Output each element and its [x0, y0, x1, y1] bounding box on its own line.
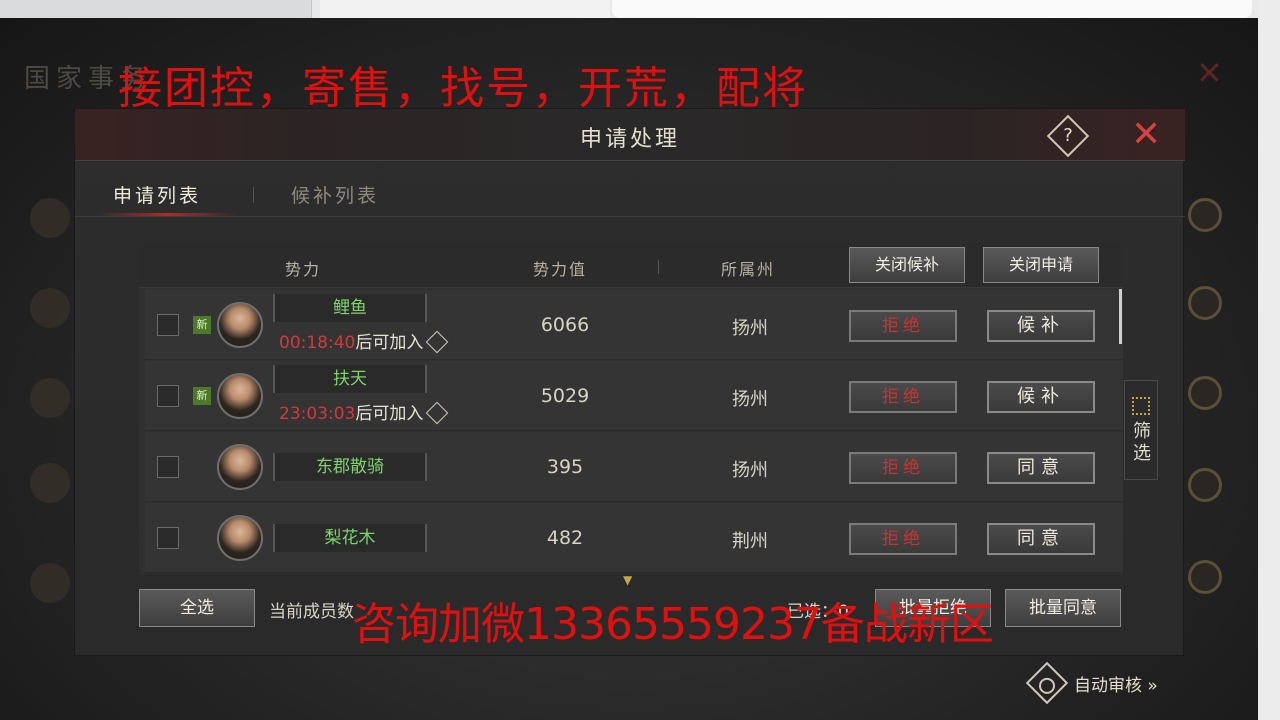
help-icon[interactable] — [426, 401, 449, 425]
table-row: 新 扶天 23:03:03后可加入 5029 扬州 拒绝 候补 — [145, 361, 1123, 431]
grid-icon — [1132, 397, 1150, 415]
faction-name: 扶天 — [273, 365, 427, 393]
avatar — [217, 373, 263, 419]
state-value: 扬州 — [732, 389, 768, 410]
promo-overlay-top: 接团控，寄售，找号，开荒，配将 — [118, 63, 808, 114]
table-row: 梨花木 482 荆州 拒绝 同意 — [145, 503, 1123, 573]
dialog-title: 申请处理 — [579, 127, 680, 152]
avatar — [217, 444, 263, 490]
header-divider — [658, 260, 659, 274]
background-close-icon: ✕ — [1196, 54, 1223, 92]
reject-button[interactable]: 拒绝 — [849, 452, 957, 484]
active-tab-indicator — [97, 213, 237, 216]
close-button[interactable]: ✕ — [1131, 115, 1161, 155]
row-checkbox[interactable] — [157, 385, 179, 407]
side-ring-icon — [1188, 286, 1222, 320]
browser-tab[interactable] — [612, 0, 1252, 18]
member-count-label: 当前成员数 — [269, 602, 354, 622]
side-ring-icon — [1188, 198, 1222, 232]
state-value: 扬州 — [732, 318, 768, 339]
timer-value: 00:18:40 — [279, 333, 356, 353]
auto-review-button[interactable]: 自动审核 » — [1025, 661, 1158, 705]
background-avatar — [30, 198, 70, 238]
timer-suffix: 后可加入 — [355, 333, 424, 353]
background-avatar — [30, 378, 70, 418]
row-checkbox[interactable] — [157, 456, 179, 478]
scrollbar[interactable] — [1119, 289, 1122, 344]
auto-review-label: 自动审核 » — [1074, 675, 1158, 696]
side-ring-icon — [1188, 376, 1222, 410]
avatar — [217, 302, 263, 348]
power-value: 395 — [546, 456, 584, 478]
column-header-faction: 势力 — [285, 260, 322, 279]
reject-button[interactable]: 拒绝 — [849, 523, 957, 555]
window-edge — [1258, 0, 1280, 720]
join-timer: 23:03:03后可加入 — [279, 399, 449, 425]
new-badge: 新 — [193, 387, 211, 405]
faction-name: 梨花木 — [273, 524, 427, 552]
accept-button[interactable]: 同意 — [987, 452, 1095, 484]
background-avatar — [30, 563, 70, 603]
select-all-button[interactable]: 全选 — [139, 589, 255, 627]
row-checkbox[interactable] — [157, 527, 179, 549]
state-value: 荆州 — [732, 531, 768, 552]
join-timer: 00:18:40后可加入 — [279, 328, 449, 354]
faction-name: 鲤鱼 — [273, 294, 427, 322]
timer-value: 23:03:03 — [279, 404, 356, 424]
column-header-power: 势力值 — [533, 260, 588, 279]
tab-divider — [253, 187, 254, 203]
filter-label: 筛选 — [1133, 421, 1151, 464]
column-header-state: 所属州 — [721, 260, 776, 279]
dialog-header: 申请处理 ? ✕ — [75, 109, 1185, 161]
browser-tab-strip — [0, 0, 1280, 18]
table-row: 新 鲤鱼 00:18:40后可加入 6066 扬州 拒绝 候补 — [145, 290, 1123, 360]
table-row: 东郡散骑 395 扬州 拒绝 同意 — [145, 432, 1123, 502]
state-value: 扬州 — [732, 460, 768, 481]
background-avatar — [30, 288, 70, 328]
side-ring-icon — [1188, 560, 1222, 594]
tab-waitlist[interactable]: 候补列表 — [291, 181, 379, 208]
promo-overlay-bottom: 咨询加微13365559237备战新区 — [352, 599, 994, 650]
faction-name: 东郡散骑 — [273, 453, 427, 481]
filter-button[interactable]: 筛选 — [1124, 380, 1158, 480]
timer-suffix: 后可加入 — [355, 404, 424, 424]
avatar — [217, 515, 263, 561]
batch-accept-button[interactable]: 批量同意 — [1005, 589, 1121, 627]
power-value: 482 — [546, 527, 584, 549]
table-header: 势力 势力值 所属州 关闭候补 关闭申请 — [139, 244, 1123, 288]
help-icon: ? — [1063, 125, 1073, 146]
tab-bar: 申请列表 候补列表 — [75, 169, 1185, 217]
browser-tab[interactable] — [320, 0, 610, 18]
reject-button[interactable]: 拒绝 — [849, 381, 957, 413]
waitlist-button[interactable]: 候补 — [987, 381, 1095, 413]
reject-button[interactable]: 拒绝 — [849, 310, 957, 342]
scroll-down-arrow-icon: ▼ — [623, 573, 633, 587]
application-dialog: 申请处理 ? ✕ 申请列表 候补列表 势力 势力值 所属州 关闭候补 关闭申请 … — [74, 108, 1185, 656]
new-badge: 新 — [193, 316, 211, 334]
browser-tab[interactable] — [0, 0, 312, 18]
waitlist-button[interactable]: 候补 — [987, 310, 1095, 342]
power-value: 6066 — [540, 314, 590, 336]
background-avatar — [30, 463, 70, 503]
accept-button[interactable]: 同意 — [987, 523, 1095, 555]
power-value: 5029 — [540, 385, 590, 407]
help-icon[interactable] — [426, 330, 449, 354]
application-table: 势力 势力值 所属州 关闭候补 关闭申请 新 鲤鱼 00:18:40后可加入 6… — [139, 244, 1123, 574]
side-ring-icon — [1188, 468, 1222, 502]
close-application-button[interactable]: 关闭申请 — [983, 247, 1099, 283]
gear-icon — [1025, 661, 1069, 705]
row-checkbox[interactable] — [157, 314, 179, 336]
close-waitlist-button[interactable]: 关闭候补 — [849, 247, 965, 283]
tab-application-list[interactable]: 申请列表 — [113, 181, 201, 208]
